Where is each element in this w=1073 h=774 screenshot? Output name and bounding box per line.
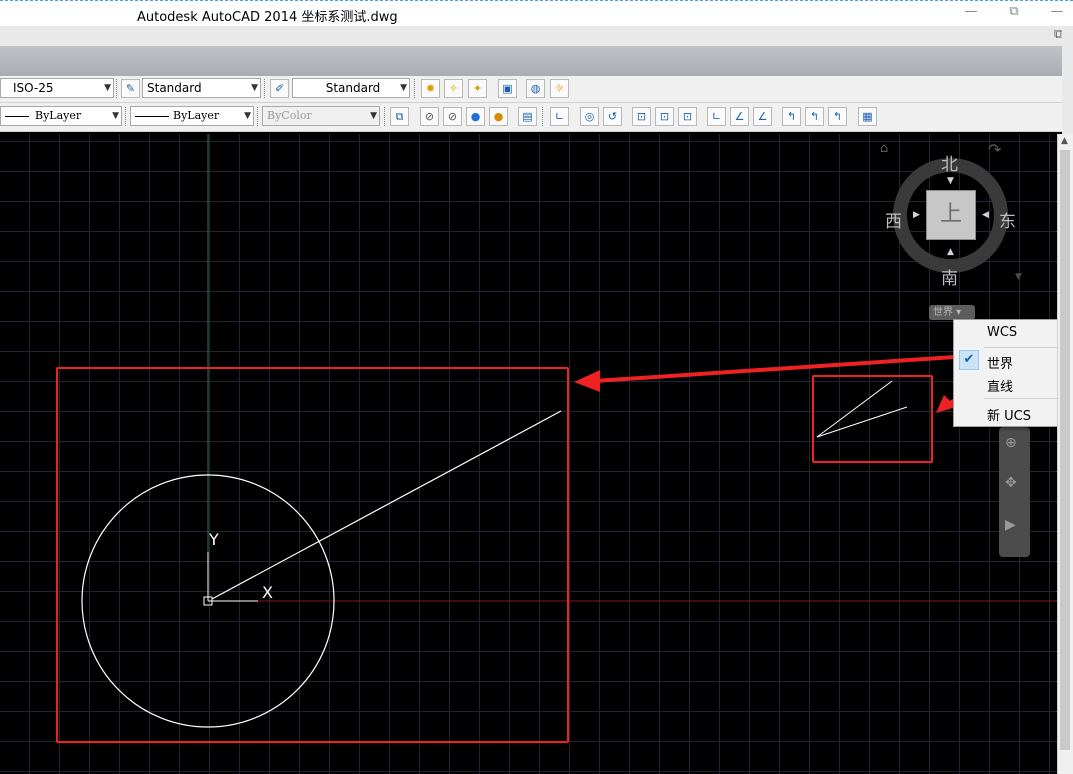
vertical-scrollbar[interactable]: ▲ bbox=[1057, 134, 1073, 774]
annotation-arrowhead bbox=[574, 370, 600, 392]
zoom-icon[interactable]: ⊕ bbox=[1005, 435, 1017, 451]
compass-north[interactable]: 北 bbox=[941, 150, 958, 175]
annotation-box-main bbox=[56, 367, 569, 743]
pan-icon[interactable]: ✥ bbox=[1005, 475, 1017, 491]
viewcube-face-top[interactable]: 上 bbox=[926, 190, 976, 240]
menu-separator bbox=[984, 398, 1064, 399]
menu-item-new-ucs[interactable]: 新 UCS bbox=[954, 405, 1066, 424]
viewcube-menu-icon[interactable]: ▼ bbox=[1015, 272, 1022, 282]
wcs-menu-button[interactable]: 世界 ▾ bbox=[929, 305, 975, 320]
arrow-down-icon[interactable]: ▼ bbox=[947, 176, 954, 186]
arrow-up-icon[interactable]: ▲ bbox=[947, 247, 954, 257]
ucs-dropdown-menu: WCS ✔ 世界 直线 新 UCS bbox=[953, 319, 1067, 427]
scrollbar-thumb[interactable] bbox=[1060, 150, 1070, 750]
home-icon[interactable]: ⌂ bbox=[880, 141, 888, 156]
viewcube[interactable]: 上 北 南 东 西 ▼ ▲ ▶ ◀ bbox=[885, 155, 1016, 289]
scroll-up-icon[interactable]: ▲ bbox=[1061, 136, 1068, 146]
rotate-icon[interactable]: ↷ bbox=[988, 140, 1001, 159]
menu-item-line[interactable]: 直线 bbox=[954, 376, 1066, 395]
menu-item-world[interactable]: 世界 bbox=[954, 353, 1066, 372]
navigation-bar: ⊕ ✥ ▶ bbox=[999, 427, 1030, 557]
menu-item-wcs[interactable]: WCS bbox=[954, 325, 1066, 340]
annotation-box-thumbnail bbox=[812, 375, 933, 463]
showmotion-icon[interactable]: ▶ bbox=[1005, 517, 1016, 533]
arrow-left-icon[interactable]: ◀ bbox=[982, 210, 989, 220]
compass-east[interactable]: 东 bbox=[999, 207, 1016, 232]
menu-separator bbox=[984, 347, 1064, 348]
compass-south[interactable]: 南 bbox=[941, 264, 958, 289]
arrow-right-icon[interactable]: ▶ bbox=[913, 210, 920, 220]
compass-west[interactable]: 西 bbox=[885, 207, 902, 232]
